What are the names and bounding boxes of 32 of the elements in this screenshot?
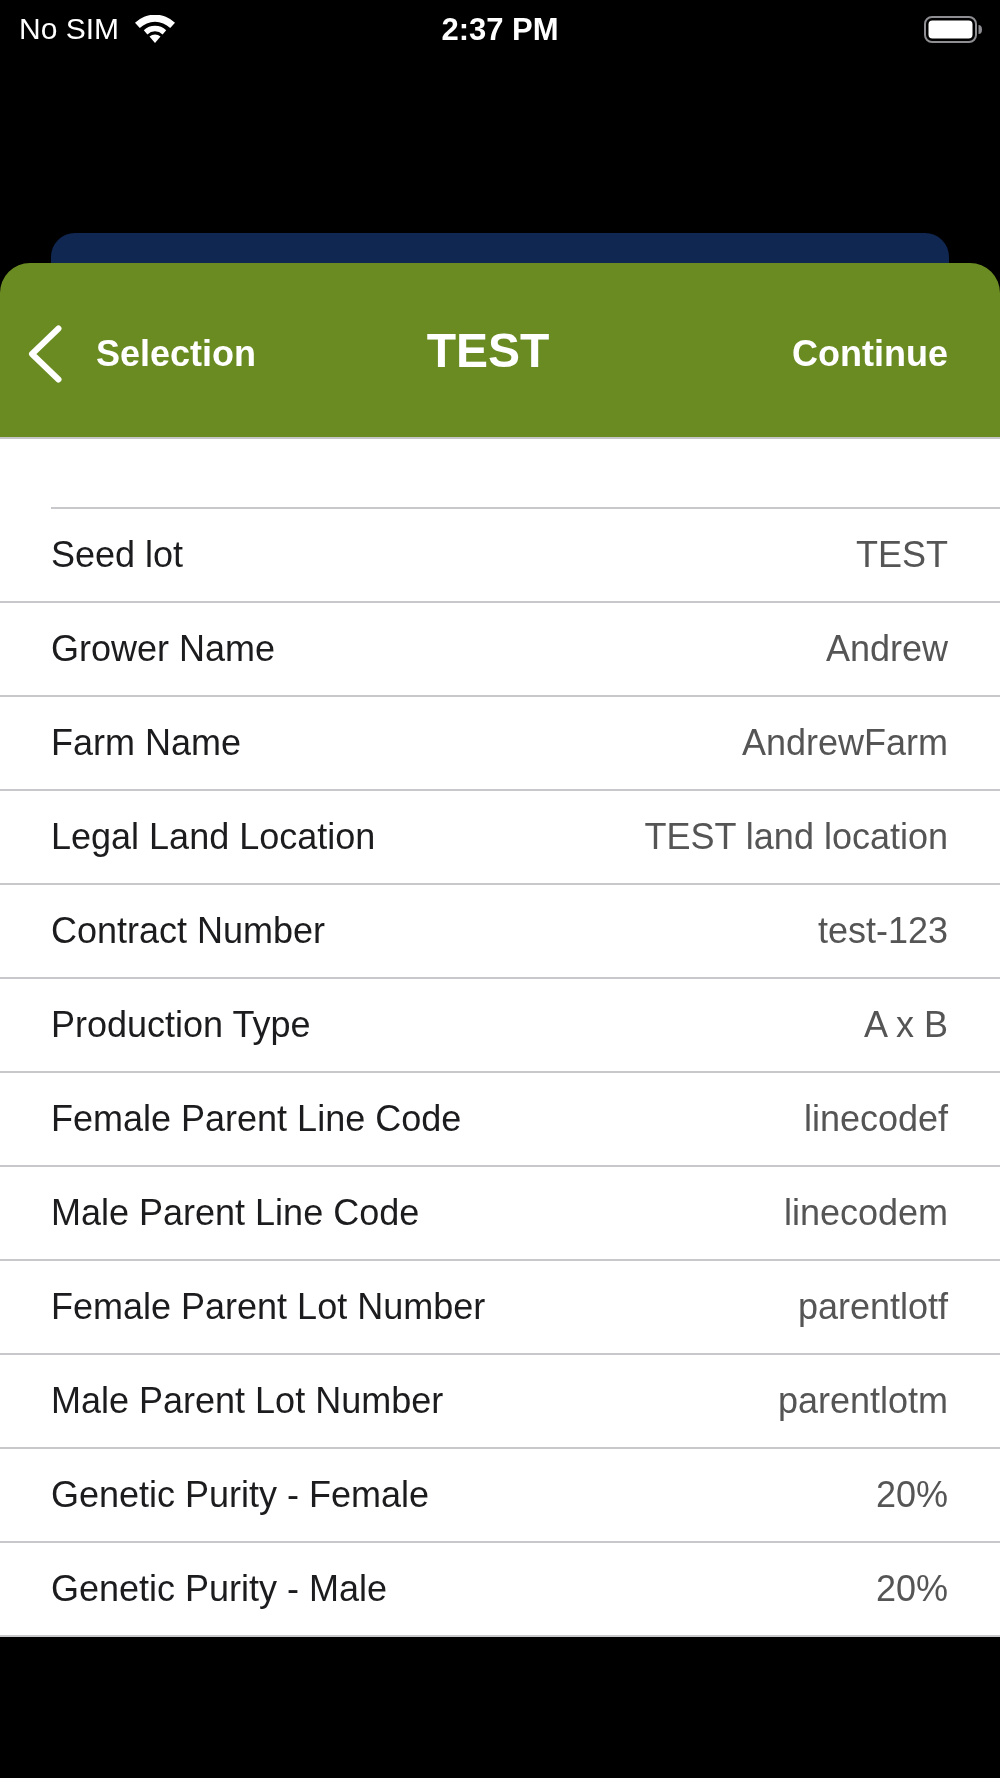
detail-label: Genetic Purity - Female bbox=[51, 1477, 430, 1513]
wifi-icon bbox=[135, 15, 176, 43]
detail-label: Farm Name bbox=[51, 725, 242, 761]
status-time: 2:37 PM bbox=[441, 13, 559, 45]
detail-label: Seed lot bbox=[51, 537, 184, 573]
detail-value: TEST land location bbox=[644, 819, 948, 855]
screen-title: TEST bbox=[426, 327, 550, 375]
detail-label: Genetic Purity - Male bbox=[51, 1571, 388, 1607]
detail-value: 20% bbox=[875, 1477, 948, 1513]
detail-value: TEST bbox=[856, 537, 948, 573]
detail-value: linecodem bbox=[783, 1195, 948, 1231]
detail-value: linecodef bbox=[803, 1101, 948, 1137]
detail-value: A x B bbox=[863, 1007, 948, 1043]
detail-value: Andrew bbox=[825, 631, 948, 667]
detail-value: parentlotf bbox=[797, 1289, 948, 1325]
detail-label: Grower Name bbox=[51, 631, 276, 667]
back-button[interactable]: Selection bbox=[28, 325, 257, 383]
detail-value: test-123 bbox=[817, 913, 948, 949]
continue-button[interactable]: Continue bbox=[792, 336, 948, 372]
carrier-label: No SIM bbox=[19, 14, 120, 44]
detail-label: Female Parent Line Code bbox=[51, 1101, 462, 1137]
detail-value: parentlotm bbox=[777, 1383, 948, 1419]
detail-label: Legal Land Location bbox=[51, 819, 376, 855]
detail-label: Male Parent Line Code bbox=[51, 1195, 420, 1231]
detail-label: Contract Number bbox=[51, 913, 326, 949]
detail-value: 20% bbox=[875, 1571, 948, 1607]
detail-label: Male Parent Lot Number bbox=[51, 1383, 444, 1419]
detail-label: Production Type bbox=[51, 1007, 311, 1043]
detail-label: Female Parent Lot Number bbox=[51, 1289, 486, 1325]
battery-icon bbox=[924, 15, 982, 43]
chevron-left-icon bbox=[28, 325, 62, 383]
detail-value: AndrewFarm bbox=[741, 725, 948, 761]
